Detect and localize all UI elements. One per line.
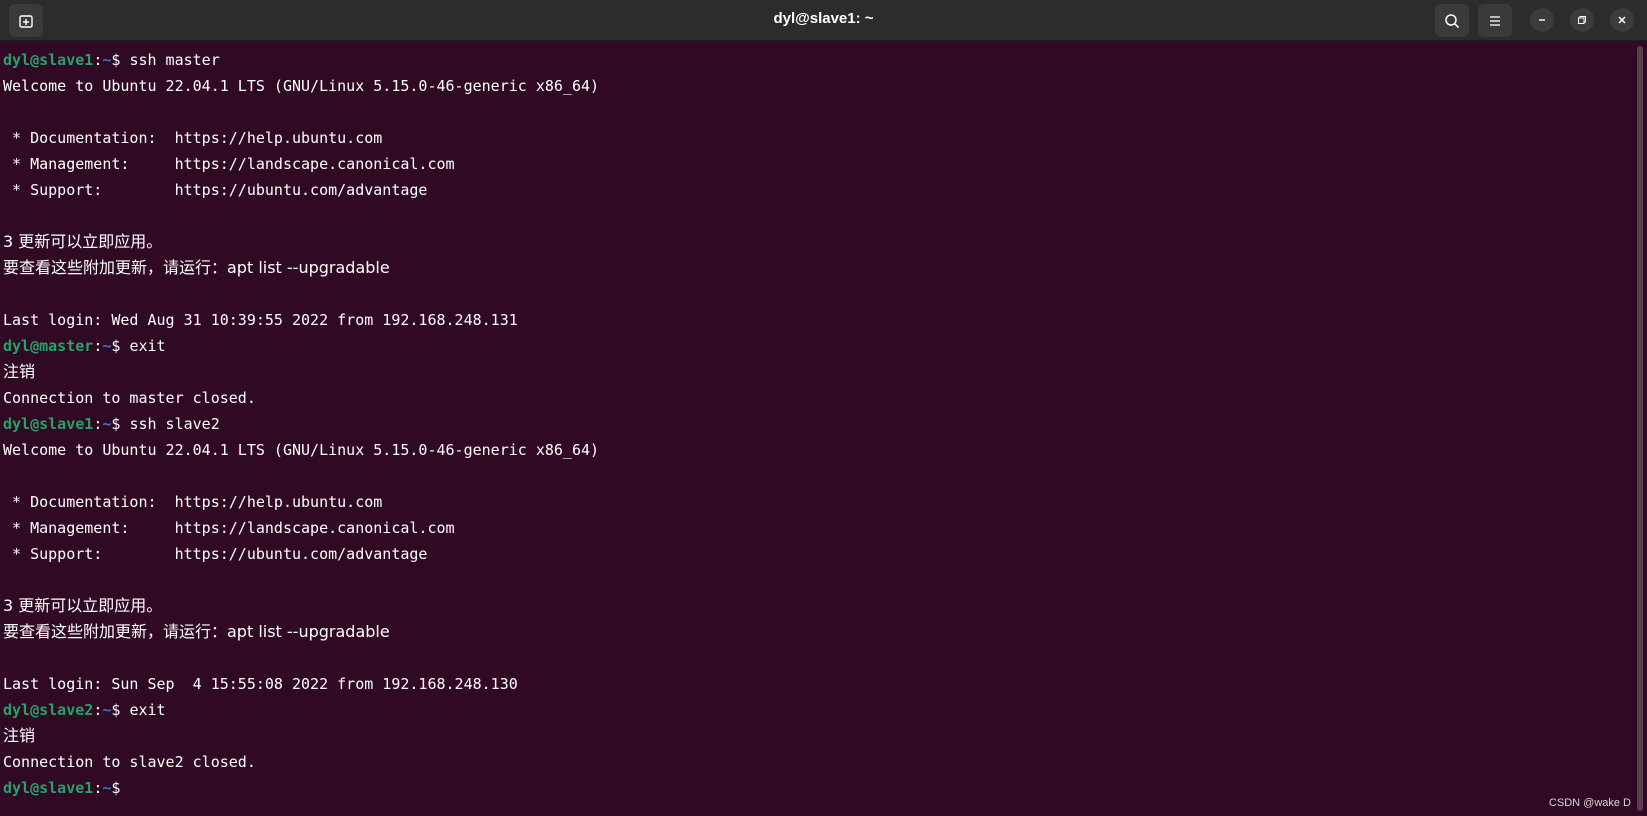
window-title: dyl@slave1: ~	[773, 10, 874, 27]
watermark: CSDN @wake D	[1548, 797, 1631, 809]
output-line: 要查看这些附加更新，请运行：apt list --upgradable	[3, 258, 390, 277]
command-text: exit	[129, 337, 166, 355]
output-line: 注销	[3, 726, 36, 745]
prompt-line: dyl@slave1:~$	[3, 775, 1633, 801]
minimize-button[interactable]	[1530, 8, 1554, 32]
output-line: Last login: Wed Aug 31 10:39:55 2022 fro…	[3, 311, 518, 329]
hamburger-menu-icon	[1488, 14, 1502, 28]
output-line: * Documentation: https://help.ubuntu.com	[3, 129, 383, 147]
prompt-separator: :	[93, 337, 103, 355]
prompt-user: dyl@master	[3, 337, 94, 355]
output-line: Connection to slave2 closed.	[3, 753, 256, 771]
output-line: Last login: Sun Sep 4 15:55:08 2022 from…	[3, 675, 518, 693]
command-text: ssh master	[129, 51, 220, 69]
prompt-line: dyl@slave2:~$ exit	[3, 697, 1633, 723]
output-line: 3 更新可以立即应用。	[3, 232, 163, 251]
search-button[interactable]	[1435, 4, 1469, 37]
command-text: exit	[129, 701, 166, 719]
output-line: Welcome to Ubuntu 22.04.1 LTS (GNU/Linux…	[3, 441, 600, 459]
header-bar: dyl@slave1: ~	[0, 0, 1647, 41]
output-line: * Management: https://landscape.canonica…	[3, 155, 455, 173]
scrollbar[interactable]	[1637, 46, 1643, 811]
prompt-separator: :	[93, 415, 103, 433]
new-tab-button[interactable]	[9, 4, 43, 37]
prompt-line: dyl@master:~$ exit	[3, 333, 1633, 359]
output-line: * Support: https://ubuntu.com/advantage	[3, 181, 428, 199]
maximize-icon	[1577, 15, 1587, 25]
output-line: * Documentation: https://help.ubuntu.com	[3, 493, 383, 511]
command-text: ssh slave2	[129, 415, 220, 433]
output-line: 要查看这些附加更新，请运行：apt list --upgradable	[3, 622, 390, 641]
prompt-separator: :	[93, 779, 103, 797]
prompt-line: dyl@slave1:~$ ssh slave2	[3, 411, 1633, 437]
prompt-user: dyl@slave1	[3, 779, 94, 797]
output-line: 3 更新可以立即应用。	[3, 596, 163, 615]
close-button[interactable]	[1610, 8, 1634, 32]
maximize-button[interactable]	[1570, 8, 1594, 32]
prompt-user: dyl@slave1	[3, 415, 94, 433]
terminal-output[interactable]: dyl@slave1:~$ ssh master Welcome to Ubunt…	[3, 47, 1633, 816]
prompt-user: dyl@slave2	[3, 701, 94, 719]
prompt-symbol: $	[111, 337, 130, 355]
output-line: * Support: https://ubuntu.com/advantage	[3, 545, 428, 563]
prompt-line: dyl@slave1:~$ ssh master	[3, 47, 1633, 73]
prompt-symbol: $	[111, 779, 130, 797]
menu-button[interactable]	[1478, 4, 1512, 37]
minimize-icon	[1537, 15, 1547, 25]
prompt-symbol: $	[111, 701, 130, 719]
search-icon	[1444, 13, 1460, 29]
prompt-user: dyl@slave1	[3, 51, 94, 69]
output-line: 注销	[3, 362, 36, 381]
output-line: Connection to master closed.	[3, 389, 256, 407]
new-tab-icon	[18, 13, 34, 29]
output-line: * Management: https://landscape.canonica…	[3, 519, 455, 537]
close-icon	[1617, 15, 1627, 25]
prompt-symbol: $	[111, 51, 130, 69]
output-line: Welcome to Ubuntu 22.04.1 LTS (GNU/Linux…	[3, 77, 600, 95]
prompt-symbol: $	[111, 415, 130, 433]
prompt-separator: :	[93, 701, 103, 719]
prompt-separator: :	[93, 51, 103, 69]
